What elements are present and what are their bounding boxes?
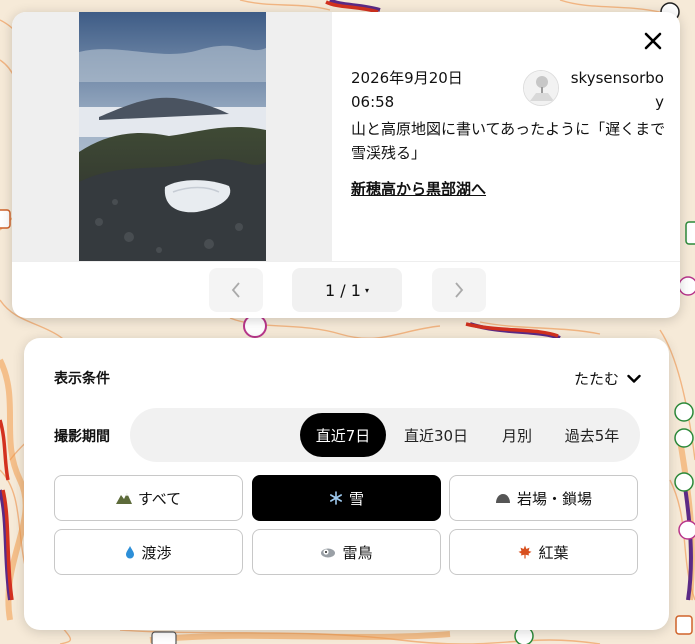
route-link[interactable]: 新穂高から黒部湖へ	[351, 177, 486, 201]
post-date: 2026年9月20日	[351, 69, 463, 87]
category-label: すべて	[137, 489, 182, 508]
caret-down-icon: ▾	[364, 285, 369, 295]
photo-pane	[12, 12, 332, 261]
ptarmigan-icon	[320, 546, 336, 558]
previous-photo-button[interactable]	[209, 268, 263, 312]
category-rocks-button[interactable]: 岩場・鎖場	[449, 475, 638, 521]
snowflake-icon	[329, 491, 343, 505]
divider	[12, 261, 680, 262]
mountain-icon	[115, 492, 132, 504]
next-photo-button[interactable]	[432, 268, 486, 312]
period-segmented-control: 直近7日 直近30日 月別 過去5年	[130, 408, 640, 462]
period-option-7days[interactable]: 直近7日	[300, 413, 386, 457]
category-label: 雪	[348, 489, 364, 508]
chevron-down-icon	[627, 374, 641, 383]
page-indicator: 1 / 1	[325, 280, 361, 300]
post-time: 06:58	[351, 93, 395, 111]
period-option-5years[interactable]: 過去5年	[554, 413, 630, 457]
category-autumn-leaves-button[interactable]: 紅葉	[449, 529, 638, 575]
post-datetime: 2026年9月20日 06:58	[351, 66, 501, 114]
period-label: 撮影期間	[54, 429, 110, 445]
period-option-monthly[interactable]: 月別	[486, 413, 548, 457]
rock-icon	[495, 492, 511, 504]
filter-panel: 表示条件 たたむ 撮影期間 直近7日 直近30日 月別 過去5年 すべて 雪 岩…	[24, 338, 669, 630]
photo-popup: 2026年9月20日 06:58 skysensorboy 山と高原地図に書いて…	[12, 12, 680, 318]
username[interactable]: skysensorboy	[564, 66, 664, 114]
close-button[interactable]	[640, 28, 666, 54]
maple-leaf-icon	[518, 545, 532, 559]
collapse-button[interactable]: たたむ	[574, 368, 641, 389]
mountain-photo[interactable]	[79, 12, 266, 261]
close-icon	[644, 32, 662, 50]
category-river-crossing-button[interactable]: 渡渉	[54, 529, 243, 575]
chevron-left-icon	[231, 282, 240, 298]
category-all-button[interactable]: すべて	[54, 475, 243, 521]
category-label: 渡渉	[141, 543, 172, 562]
category-label: 雷鳥	[342, 543, 373, 562]
user-avatar-icon	[524, 71, 558, 105]
period-option-30days[interactable]: 直近30日	[394, 413, 478, 457]
post-info: 2026年9月20日 06:58 skysensorboy 山と高原地図に書いて…	[332, 12, 680, 261]
collapse-label: たたむ	[573, 370, 619, 388]
post-text: 山と高原地図に書いてあったように「遅くまで雪渓残る」	[351, 120, 666, 162]
chevron-right-icon	[455, 282, 464, 298]
photo-page-select[interactable]: 1 / 1 ▾	[292, 268, 402, 312]
category-label: 紅葉	[538, 543, 569, 562]
category-snow-button[interactable]: 雪	[252, 475, 441, 521]
category-label: 岩場・鎖場	[516, 489, 592, 508]
avatar[interactable]	[523, 70, 559, 106]
category-ptarmigan-button[interactable]: 雷鳥	[252, 529, 441, 575]
water-drop-icon	[125, 545, 135, 559]
filter-title: 表示条件	[54, 371, 110, 387]
